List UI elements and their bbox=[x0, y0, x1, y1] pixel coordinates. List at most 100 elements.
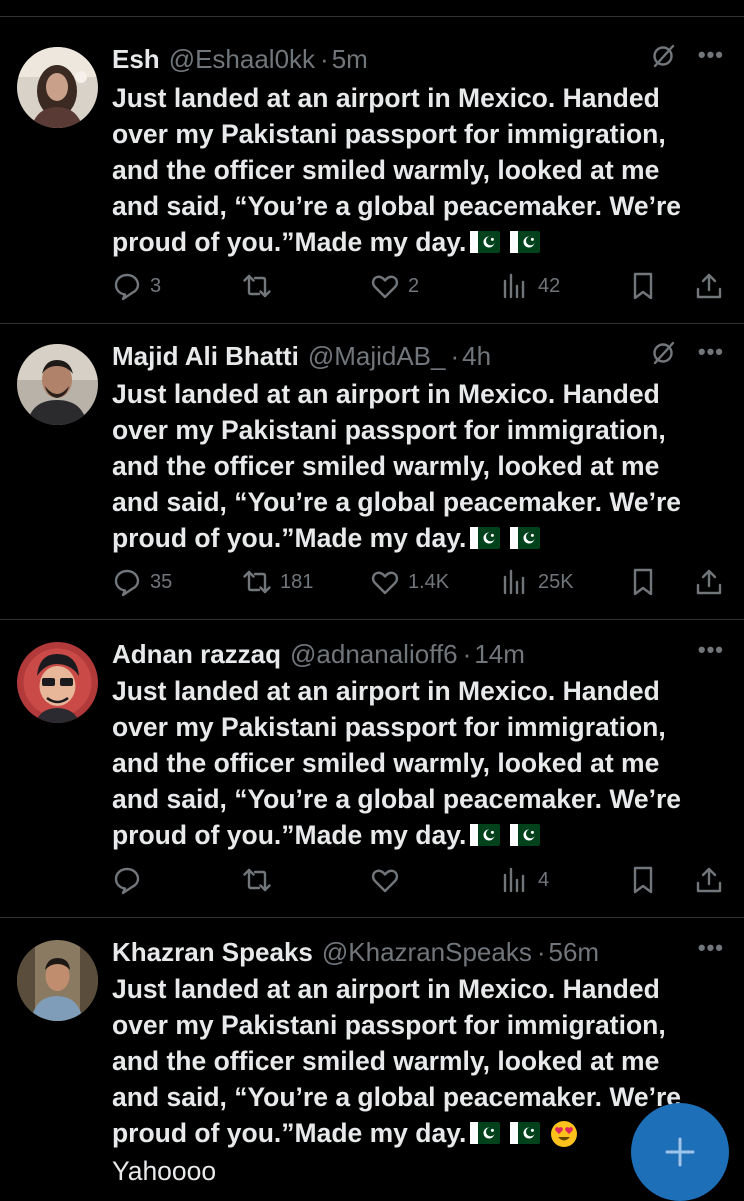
grok-icon[interactable] bbox=[650, 340, 676, 373]
views-count: 42 bbox=[538, 274, 561, 297]
tweet-header: Khazran Speaks @KhazranSpeaks · 56m ••• bbox=[112, 935, 724, 969]
retweet-icon bbox=[243, 570, 271, 594]
compose-icon bbox=[665, 1137, 695, 1167]
bookmark-button[interactable] bbox=[628, 271, 658, 301]
display-name[interactable]: Adnan razzaq bbox=[112, 639, 281, 670]
views-button[interactable]: 25K bbox=[500, 567, 574, 597]
tweet-header: Esh @Eshaal0kk · 5m ••• bbox=[112, 42, 724, 76]
like-count: 1.4K bbox=[408, 570, 450, 593]
more-icon[interactable]: ••• bbox=[698, 42, 724, 68]
share-icon bbox=[696, 867, 722, 893]
separator-dot: · bbox=[536, 936, 546, 967]
views-button[interactable]: 42 bbox=[500, 271, 560, 301]
more-icon[interactable]: ••• bbox=[698, 637, 724, 663]
views-count: 25K bbox=[538, 570, 574, 593]
views-icon bbox=[503, 569, 525, 595]
reply-button[interactable]: 3 bbox=[112, 271, 161, 301]
like-count: 2 bbox=[408, 274, 420, 297]
reply-icon bbox=[114, 273, 140, 301]
separator-dot: · bbox=[320, 43, 329, 74]
tweet-1[interactable]: Esh @Eshaal0kk · 5m ••• Just landed at a… bbox=[0, 17, 744, 324]
retweet-button[interactable] bbox=[242, 271, 280, 301]
timestamp[interactable]: 14m bbox=[474, 639, 525, 670]
views-icon bbox=[503, 273, 525, 299]
tweet-text-content: Just landed at an airport in Mexico. Han… bbox=[112, 676, 681, 850]
tweet-actions: 3 2 42 bbox=[112, 271, 724, 301]
tweet-text-content: Just landed at an airport in Mexico. Han… bbox=[112, 974, 681, 1148]
retweet-icon bbox=[243, 868, 271, 892]
tweet-text-content: Just landed at an airport in Mexico. Han… bbox=[112, 83, 681, 257]
avatar[interactable] bbox=[17, 642, 98, 723]
avatar[interactable] bbox=[17, 940, 98, 1021]
avatar[interactable] bbox=[17, 344, 98, 425]
retweet-count: 181 bbox=[280, 570, 314, 593]
timestamp[interactable]: 4h bbox=[462, 341, 491, 372]
like-icon bbox=[371, 869, 399, 893]
user-handle[interactable]: @Eshaal0kk bbox=[169, 44, 315, 75]
display-name[interactable]: Khazran Speaks bbox=[112, 937, 313, 968]
pakistan-flag-icon bbox=[510, 819, 541, 855]
separator-dot: · bbox=[450, 340, 460, 371]
share-button[interactable] bbox=[694, 271, 724, 301]
tweet-2[interactable]: Majid Ali Bhatti @MajidAB_ · 4h ••• Just… bbox=[0, 324, 744, 620]
tweet-text: Just landed at an airport in Mexico. Han… bbox=[112, 673, 712, 855]
bookmark-button[interactable] bbox=[628, 567, 658, 597]
user-handle[interactable]: @KhazranSpeaks bbox=[322, 937, 532, 968]
bookmark-icon bbox=[633, 568, 653, 596]
timestamp[interactable]: 56m bbox=[549, 937, 600, 968]
tweet-header: Majid Ali Bhatti @MajidAB_ · 4h ••• bbox=[112, 339, 724, 373]
share-button[interactable] bbox=[694, 865, 724, 895]
tweet-actions: 35 181 1.4K 25K bbox=[112, 567, 724, 597]
retweet-button[interactable]: 181 bbox=[242, 567, 313, 597]
views-icon bbox=[503, 867, 525, 893]
pakistan-flag-icon bbox=[510, 1117, 541, 1153]
tweet-3[interactable]: Adnan razzaq @adnanalioff6 · 14m ••• Jus… bbox=[0, 620, 744, 918]
like-button[interactable]: 2 bbox=[370, 271, 419, 301]
reply-button[interactable]: 35 bbox=[112, 567, 172, 597]
tweet-header: Adnan razzaq @adnanalioff6 · 14m ••• bbox=[112, 637, 724, 671]
tweet-text: Just landed at an airport in Mexico. Han… bbox=[112, 971, 712, 1189]
share-icon bbox=[696, 569, 722, 595]
pakistan-flag-icon bbox=[510, 522, 541, 558]
like-icon bbox=[371, 275, 399, 299]
like-icon bbox=[371, 571, 399, 595]
tweet-text: Just landed at an airport in Mexico. Han… bbox=[112, 80, 712, 262]
more-icon[interactable]: ••• bbox=[698, 935, 724, 961]
user-handle[interactable]: @MajidAB_ bbox=[308, 341, 446, 372]
more-icon[interactable]: ••• bbox=[698, 339, 724, 365]
bookmark-icon bbox=[633, 866, 653, 894]
reply-icon bbox=[114, 569, 140, 597]
separator-dot: · bbox=[462, 638, 472, 669]
share-button[interactable] bbox=[694, 567, 724, 597]
retweet-icon bbox=[243, 274, 271, 298]
timestamp[interactable]: 5m bbox=[332, 44, 368, 75]
like-button[interactable] bbox=[370, 865, 408, 895]
pakistan-flag-icon bbox=[470, 819, 501, 855]
tweet-text-content: Just landed at an airport in Mexico. Han… bbox=[112, 379, 681, 553]
tweet-extra-text: Yahoooo bbox=[112, 1156, 217, 1186]
display-name[interactable]: Esh bbox=[112, 44, 160, 75]
share-icon bbox=[696, 273, 722, 299]
tweet-text: Just landed at an airport in Mexico. Han… bbox=[112, 376, 712, 558]
bookmark-icon bbox=[633, 272, 653, 300]
pakistan-flag-icon bbox=[470, 226, 501, 262]
reply-count: 35 bbox=[150, 570, 173, 593]
pakistan-flag-icon bbox=[510, 226, 541, 262]
top-divider bbox=[0, 0, 744, 17]
pakistan-flag-icon bbox=[470, 522, 501, 558]
display-name[interactable]: Majid Ali Bhatti bbox=[112, 341, 299, 372]
retweet-button[interactable] bbox=[242, 865, 280, 895]
bookmark-button[interactable] bbox=[628, 865, 658, 895]
reply-button[interactable] bbox=[112, 865, 150, 895]
user-handle[interactable]: @adnanalioff6 bbox=[290, 639, 458, 670]
grok-icon[interactable] bbox=[650, 43, 676, 76]
compose-button[interactable] bbox=[631, 1103, 729, 1201]
heart-eyes-emoji-icon bbox=[550, 1117, 578, 1153]
avatar[interactable] bbox=[17, 47, 98, 128]
like-button[interactable]: 1.4K bbox=[370, 567, 449, 597]
tweet-actions: 4 bbox=[112, 865, 724, 895]
pakistan-flag-icon bbox=[470, 1117, 501, 1153]
views-count: 4 bbox=[538, 868, 550, 891]
views-button[interactable]: 4 bbox=[500, 865, 549, 895]
reply-icon bbox=[114, 867, 140, 895]
